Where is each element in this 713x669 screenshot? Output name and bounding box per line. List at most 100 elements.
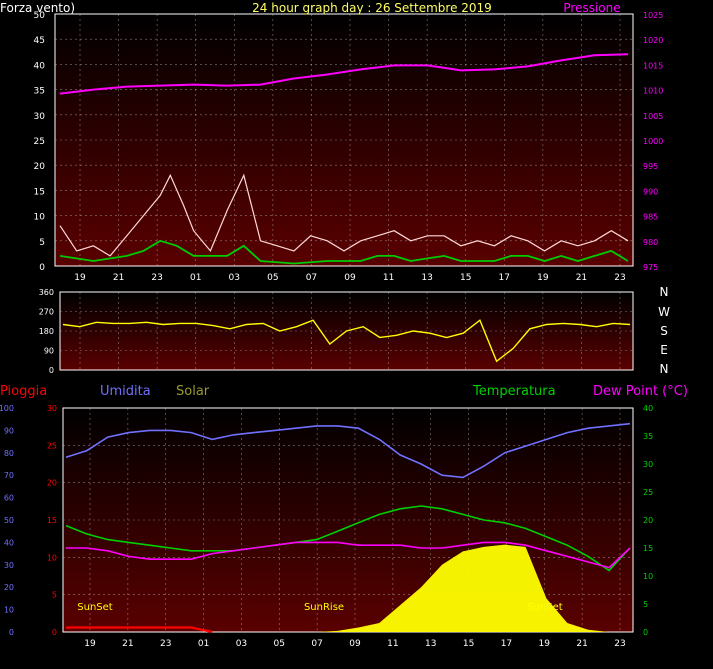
legend-dewpoint: Dew Point (°C) [593,384,688,399]
legend-humidity: Umidita [100,384,151,399]
time-tick-label: 01 [190,273,201,283]
time-tick-label: 03 [229,273,240,283]
temperature-tick-label: 40 [643,404,653,413]
wind-tick-label: 25 [34,137,45,147]
wind-tick-label: 45 [34,36,45,46]
temperature-tick-label: 0 [643,628,648,637]
pressure-title: Pressione [563,1,620,15]
time-tick-label: 05 [267,273,278,283]
pressure-axis: 975 980 985 990 995 1000 1005 1010 1015 1020 1025 [643,11,663,272]
wind-tick-label: 40 [34,61,46,71]
humidity-tick-label: 60 [4,494,14,503]
time-tick-label: 23 [160,639,171,649]
temperature-axis: 0 5 10 15 20 25 30 35 40 [643,404,653,637]
time-tick-label: 19 [537,273,549,283]
pressure-tick-label: 985 [643,213,658,222]
pressure-tick-label: 975 [643,263,658,272]
sunset-label-1: SunSet [77,602,113,613]
wind-tick-label: 10 [34,213,46,223]
time-tick-label: 23 [614,273,625,283]
time-tick-label: 15 [460,273,471,283]
wind-tick-label: 5 [39,238,45,248]
temperature-tick-label: 30 [643,460,653,469]
time-tick-label: 13 [421,273,432,283]
rain-tick-label: 15 [47,516,57,525]
time-tick-label: 11 [383,273,394,283]
time-tick-label: 07 [306,273,317,283]
sunrise-label: SunRise [304,602,344,613]
wind-tick-label: 35 [34,87,45,97]
pressure-tick-label: 1005 [643,112,663,121]
pressure-tick-label: 1025 [643,11,663,20]
legend-temperature: Temperatura [472,384,556,399]
humidity-axis: 0 10 20 30 40 50 60 70 80 90 100 [0,404,14,637]
legend-rain: Pioggia [0,384,47,399]
weather-chart: 05101520253035404550 9759809859909951000… [0,1,688,649]
compass-label-n2: N [660,362,669,376]
rain-tick-label: 30 [47,404,57,413]
wind-direction-axis: 0 90 180 270 360 [39,288,54,375]
wind-tick-label: 20 [34,162,46,172]
pressure-tick-label: 980 [643,238,658,247]
humidity-tick-label: 100 [0,404,14,413]
temperature-tick-label: 35 [643,432,653,441]
time-tick-label: 05 [274,639,285,649]
time-tick-label: 15 [463,639,474,649]
time-tick-label: 13 [425,639,436,649]
legend-solar: Solar [176,384,210,399]
temperature-tick-label: 25 [643,488,653,497]
time-tick-label: 21 [576,273,587,283]
time-tick-label: 19 [74,273,86,283]
direction-tick-label: 180 [39,327,54,336]
time-tick-label: 01 [198,639,209,649]
time-tick-label: 03 [236,639,247,649]
time-tick-label: 21 [122,639,133,649]
temperature-tick-label: 20 [643,516,653,525]
time-tick-label: 23 [614,639,625,649]
time-tick-label: 21 [113,273,124,283]
compass-label-w: W [658,305,670,319]
time-tick-label: 07 [311,639,322,649]
pressure-tick-label: 1020 [643,36,663,45]
time-tick-label: 21 [576,639,587,649]
wind-title: Forza vento) [0,1,75,15]
time-tick-label: 19 [539,639,551,649]
time-tick-label: 09 [349,639,361,649]
wind-tick-label: 0 [39,263,45,273]
temperature-tick-label: 15 [643,544,653,553]
wind-tick-label: 30 [34,112,46,122]
rain-tick-label: 0 [52,628,57,637]
direction-tick-label: 90 [44,347,54,356]
pressure-tick-label: 1000 [643,137,663,146]
pressure-tick-label: 1015 [643,61,663,70]
humidity-tick-label: 80 [4,449,14,458]
time-tick-label: 17 [501,639,512,649]
pressure-tick-label: 995 [643,162,658,171]
time-tick-label: 11 [387,639,398,649]
humidity-tick-label: 70 [4,471,14,480]
time-tick-label: 17 [499,273,510,283]
rain-tick-label: 25 [47,441,57,450]
humidity-tick-label: 30 [4,561,14,570]
pressure-tick-label: 990 [643,187,658,196]
wind-speed-axis: 05101520253035404550 [34,11,46,273]
chart-title: 24 hour graph day : 26 Settembre 2019 [252,1,492,15]
pressure-tick-label: 1010 [643,87,663,96]
direction-tick-label: 270 [39,308,54,317]
humidity-tick-label: 50 [4,516,14,525]
wind-tick-label: 15 [34,187,45,197]
time-tick-label: 19 [84,639,96,649]
time-axis-3: 19 21 23 01 03 05 07 09 11 13 15 17 19 21 23 [84,639,625,649]
humidity-tick-label: 20 [4,583,14,592]
humidity-tick-label: 90 [4,426,14,435]
time-axis-1: 19 21 23 01 03 05 07 09 11 13 15 17 19 21 23 [74,273,625,283]
temperature-tick-label: 5 [643,600,648,609]
humidity-tick-label: 10 [4,606,14,615]
rain-tick-label: 5 [52,591,57,600]
sunset-label-2: SunSet [527,602,563,613]
compass-label-e: E [660,343,668,357]
direction-tick-label: 360 [39,288,54,297]
rain-tick-label: 10 [47,553,57,562]
humidity-tick-label: 40 [4,538,14,547]
compass-label-s: S [660,324,668,338]
